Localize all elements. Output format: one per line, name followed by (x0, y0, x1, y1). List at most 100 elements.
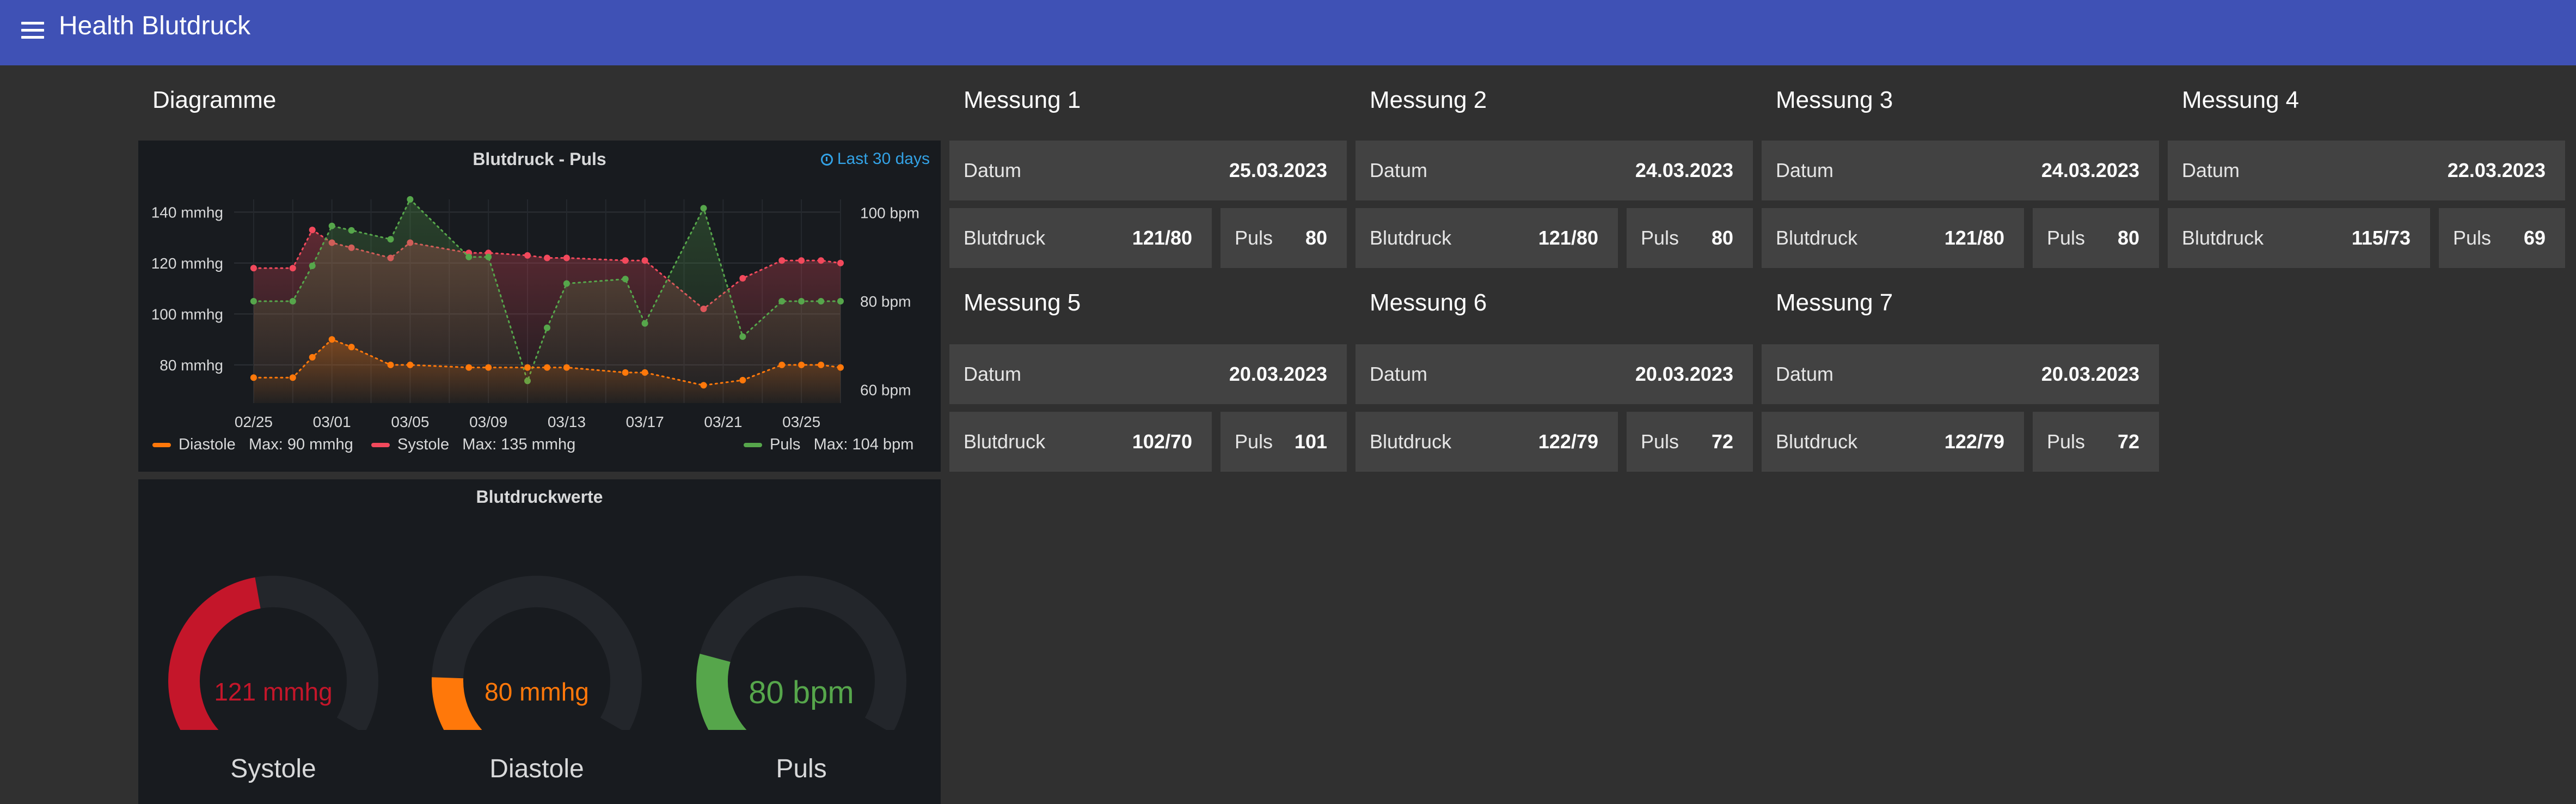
data-point-systole (641, 257, 648, 264)
data-point-puls (700, 205, 707, 212)
legend-name: Puls (770, 436, 801, 453)
data-point-puls (641, 320, 648, 327)
date-value: 20.03.2023 (1229, 363, 1327, 385)
legend-item-systole[interactable]: Systole Max: 135 mmhg (371, 434, 575, 455)
measurement-bp-tile[interactable]: Blutdruck 122/79 (1762, 412, 2024, 472)
app-title: Health Blutdruck (59, 11, 251, 40)
data-point-puls (407, 196, 414, 203)
date-value: 25.03.2023 (1229, 159, 1327, 181)
x-tick-label: 02/25 (235, 413, 273, 430)
bp-label: Blutdruck (2182, 227, 2264, 249)
bp-label: Blutdruck (1776, 227, 1858, 249)
measurement-bp-tile[interactable]: Blutdruck 122/79 (1356, 412, 1618, 472)
pulse-value: 80 (1305, 227, 1327, 249)
legend-item-diastole[interactable]: Diastole Max: 90 mmhg (152, 434, 353, 455)
legend-item-puls[interactable]: Puls Max: 104 bpm (744, 434, 913, 455)
legend-max: Max: 104 bpm (813, 436, 914, 453)
measurement-pulse-tile[interactable]: Puls 72 (1627, 412, 1753, 472)
measurement-title: Messung 1 (964, 87, 1081, 113)
data-point-systole (289, 265, 296, 272)
data-point-puls (348, 227, 355, 234)
data-point-diastole (289, 374, 296, 381)
pulse-value: 69 (2523, 227, 2546, 249)
measurement-date-tile[interactable]: Datum 20.03.2023 (1762, 344, 2159, 404)
data-point-puls (485, 253, 492, 260)
data-point-systole (837, 259, 844, 266)
data-point-puls (818, 298, 825, 304)
data-point-diastole (387, 361, 394, 368)
gauge-label-puls: Puls (776, 754, 827, 783)
top-app-bar: Health Blutdruck (0, 0, 2576, 65)
bp-label: Blutdruck (1370, 227, 1452, 249)
date-label: Datum (2182, 159, 2240, 181)
data-point-systole (778, 257, 786, 264)
data-point-puls (563, 280, 570, 287)
legend-swatch-puls (744, 443, 762, 448)
bp-label: Blutdruck (1776, 430, 1858, 453)
bp-value: 115/73 (2351, 227, 2411, 249)
bp-label: Blutdruck (964, 227, 1046, 249)
measurement-bp-tile[interactable]: Blutdruck 102/70 (949, 412, 1212, 472)
pulse-value: 72 (2117, 430, 2139, 453)
data-point-diastole (739, 376, 746, 383)
date-label: Datum (1776, 159, 1834, 181)
measurement-pulse-tile[interactable]: Puls 72 (2033, 412, 2159, 472)
x-tick-label: 03/25 (782, 413, 820, 430)
data-point-diastole (309, 354, 316, 361)
legend-max: Max: 90 mmhg (248, 436, 353, 453)
data-point-systole (798, 257, 805, 264)
bp-label: Blutdruck (1370, 430, 1452, 453)
measurement-date-tile[interactable]: Datum 20.03.2023 (949, 344, 1347, 404)
data-point-diastole (328, 336, 335, 343)
data-point-systole (563, 254, 570, 261)
measurement-pulse-tile[interactable]: Puls 80 (1220, 208, 1347, 268)
measurement-pulse-tile[interactable]: Puls 101 (1220, 412, 1347, 472)
menu-icon[interactable] (20, 17, 46, 44)
measurement-date-tile[interactable]: Datum 24.03.2023 (1356, 141, 1753, 200)
pulse-value: 80 (1711, 227, 1733, 249)
measurement-bp-tile[interactable]: Blutdruck 115/73 (2168, 208, 2430, 268)
data-point-systole (544, 254, 550, 261)
gauge-label-diastole: Diastole (489, 754, 584, 783)
measurement-date-tile[interactable]: Datum 22.03.2023 (2168, 141, 2565, 200)
y-left-tick-label: 140 mmhg (151, 204, 223, 221)
measurement-title: Messung 6 (1370, 289, 1487, 316)
data-point-diastole (465, 364, 473, 371)
measurement-date-tile[interactable]: Datum 24.03.2023 (1762, 141, 2159, 200)
bp-label: Blutdruck (964, 430, 1046, 453)
measurement-date-tile[interactable]: Datum 20.03.2023 (1356, 344, 1753, 404)
pulse-label: Puls (1641, 227, 1679, 249)
measurement-pulse-tile[interactable]: Puls 69 (2439, 208, 2565, 268)
data-point-puls (622, 276, 629, 283)
gauge-fill-systole (168, 577, 261, 730)
y-left-tick-label: 100 mmhg (151, 306, 223, 322)
data-point-systole (739, 275, 746, 282)
measurement-pulse-tile[interactable]: Puls 80 (1627, 208, 1753, 268)
data-point-puls (289, 298, 296, 304)
data-point-diastole (622, 369, 629, 376)
measurement-title: Messung 5 (964, 289, 1081, 316)
data-point-diastole (348, 344, 355, 351)
gauge-value-systole: 121 mmhg (214, 678, 333, 706)
measurement-bp-tile[interactable]: Blutdruck 121/80 (949, 208, 1212, 268)
gauge-panel-title: Blutdruckwerte (476, 487, 603, 507)
pulse-value: 101 (1294, 430, 1327, 453)
measurement-title: Messung 3 (1776, 87, 1893, 113)
measurement-date-tile[interactable]: Datum 25.03.2023 (949, 141, 1347, 200)
data-point-systole (818, 257, 825, 264)
legend-name: Diastole (179, 436, 236, 453)
measurement-pulse-tile[interactable]: Puls 80 (2033, 208, 2159, 268)
pulse-label: Puls (2047, 227, 2086, 249)
measurement-bp-tile[interactable]: Blutdruck 121/80 (1762, 208, 2024, 268)
data-point-puls (798, 298, 805, 304)
pulse-value: 72 (1711, 430, 1733, 453)
x-tick-label: 03/01 (313, 413, 351, 430)
date-value: 20.03.2023 (1635, 363, 1733, 385)
date-label: Datum (964, 363, 1022, 385)
pulse-label: Puls (2047, 430, 2086, 453)
legend-swatch-diastole (152, 443, 171, 448)
y-right-tick-label: 100 bpm (860, 204, 919, 221)
measurement-bp-tile[interactable]: Blutdruck 121/80 (1356, 208, 1618, 268)
data-point-puls (387, 236, 394, 243)
data-point-diastole (837, 364, 844, 371)
